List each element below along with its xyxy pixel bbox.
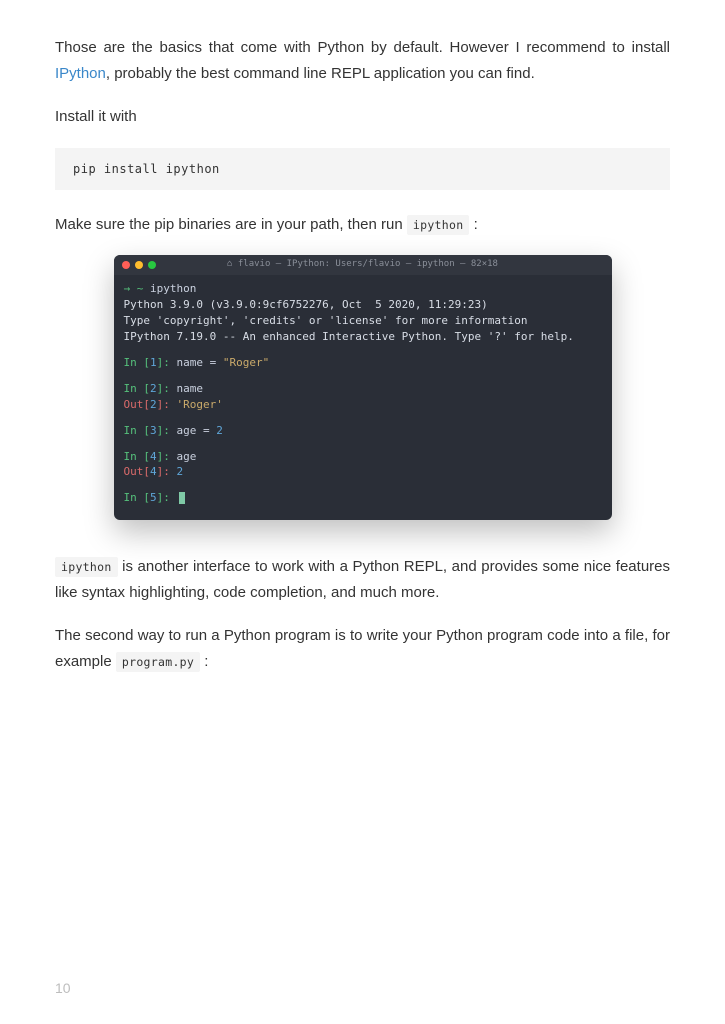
terminal-line: Python 3.9.0 (v3.9.0:9cf6752276, Oct 5 2… xyxy=(124,297,602,313)
terminal-cmd: ipython xyxy=(150,282,196,295)
text: Those are the basics that come with Pyth… xyxy=(55,39,670,56)
terminal-screenshot: ⌂ flavio — IPython: Users/flavio — ipyth… xyxy=(114,255,612,520)
terminal-body: → ~ ipython Python 3.9.0 (v3.9.0:9cf6752… xyxy=(114,275,612,520)
terminal-in-2: In [2]: name xyxy=(124,381,602,397)
prompt-tilde: ~ xyxy=(130,282,150,295)
text: Make sure the pip binaries are in your p… xyxy=(55,216,407,233)
install-heading: Install it with xyxy=(55,104,670,130)
page-number: 10 xyxy=(55,980,71,996)
cursor-icon xyxy=(179,492,185,504)
terminal-out-2: Out[2]: 'Roger' xyxy=(124,397,602,413)
text: : xyxy=(200,653,208,670)
terminal-title: ⌂ flavio — IPython: Users/flavio — ipyth… xyxy=(114,258,612,271)
terminal-line: Type 'copyright', 'credits' or 'license'… xyxy=(124,313,602,329)
text: , probably the best command line REPL ap… xyxy=(106,65,535,82)
terminal-in-4: In [4]: age xyxy=(124,449,602,465)
run-paragraph: Make sure the pip binaries are in your p… xyxy=(55,212,670,238)
terminal-line: IPython 7.19.0 -- An enhanced Interactiv… xyxy=(124,329,602,345)
terminal-titlebar: ⌂ flavio — IPython: Users/flavio — ipyth… xyxy=(114,255,612,275)
terminal-in-3: In [3]: age = 2 xyxy=(124,423,602,439)
pip-install-code: pip install ipython xyxy=(55,148,670,190)
terminal-in-1: In [1]: name = "Roger" xyxy=(124,355,602,371)
terminal-out-4: Out[4]: 2 xyxy=(124,464,602,480)
inline-code-ipython: ipython xyxy=(55,557,118,577)
intro-paragraph: Those are the basics that come with Pyth… xyxy=(55,35,670,86)
inline-code-program: program.py xyxy=(116,652,200,672)
ipython-link[interactable]: IPython xyxy=(55,65,106,82)
ipython-desc-paragraph: ipython is another interface to work wit… xyxy=(55,554,670,605)
text: : xyxy=(469,216,477,233)
file-paragraph: The second way to run a Python program i… xyxy=(55,623,670,674)
terminal-in-5: In [5]: xyxy=(124,490,602,506)
inline-code-ipython: ipython xyxy=(407,215,470,235)
text: is another interface to work with a Pyth… xyxy=(55,558,670,601)
